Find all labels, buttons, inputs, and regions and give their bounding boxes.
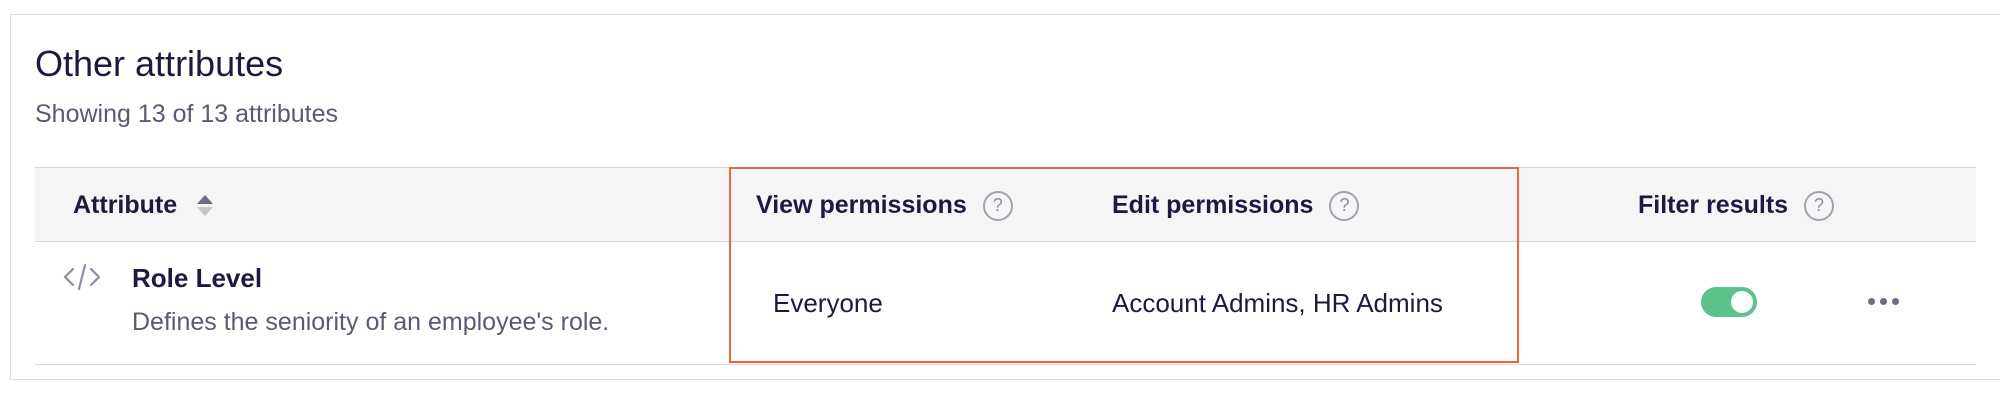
help-icon[interactable]: ? — [1804, 190, 1835, 221]
column-header-view-permissions-label: View permissions — [756, 191, 967, 219]
help-icon[interactable]: ? — [982, 190, 1013, 221]
view-permissions-value: Everyone — [773, 288, 883, 318]
column-header-filter-results-label: Filter results — [1638, 191, 1789, 219]
attribute-name[interactable]: Role Level — [132, 262, 262, 294]
table-row[interactable]: Role Level Defines the seniority of an e… — [35, 242, 1976, 365]
sort-icon[interactable] — [197, 195, 214, 216]
table-header: Attribute View permissions ? Edit permis… — [35, 167, 1976, 242]
column-header-edit-permissions: Edit permissions ? — [1112, 168, 1360, 243]
column-header-view-permissions: View permissions ? — [756, 168, 1013, 243]
edit-permissions-value: Account Admins, HR Admins — [1112, 288, 1443, 318]
help-icon[interactable]: ? — [1329, 190, 1360, 221]
section-subtitle: Showing 13 of 13 attributes — [35, 100, 338, 128]
toggle-knob — [1731, 291, 1753, 313]
code-icon — [63, 263, 101, 291]
column-header-attribute-label: Attribute — [73, 191, 178, 219]
column-header-edit-permissions-label: Edit permissions — [1112, 191, 1314, 219]
filter-results-toggle[interactable] — [1701, 287, 1757, 317]
more-options-icon[interactable] — [1861, 286, 1905, 316]
attributes-table: Attribute View permissions ? Edit permis… — [35, 167, 1976, 381]
attribute-description: Defines the seniority of an employee's r… — [132, 308, 610, 336]
column-header-attribute[interactable]: Attribute — [73, 168, 214, 243]
section-title: Other attributes — [35, 43, 284, 84]
column-header-filter-results: Filter results ? — [1638, 168, 1835, 243]
